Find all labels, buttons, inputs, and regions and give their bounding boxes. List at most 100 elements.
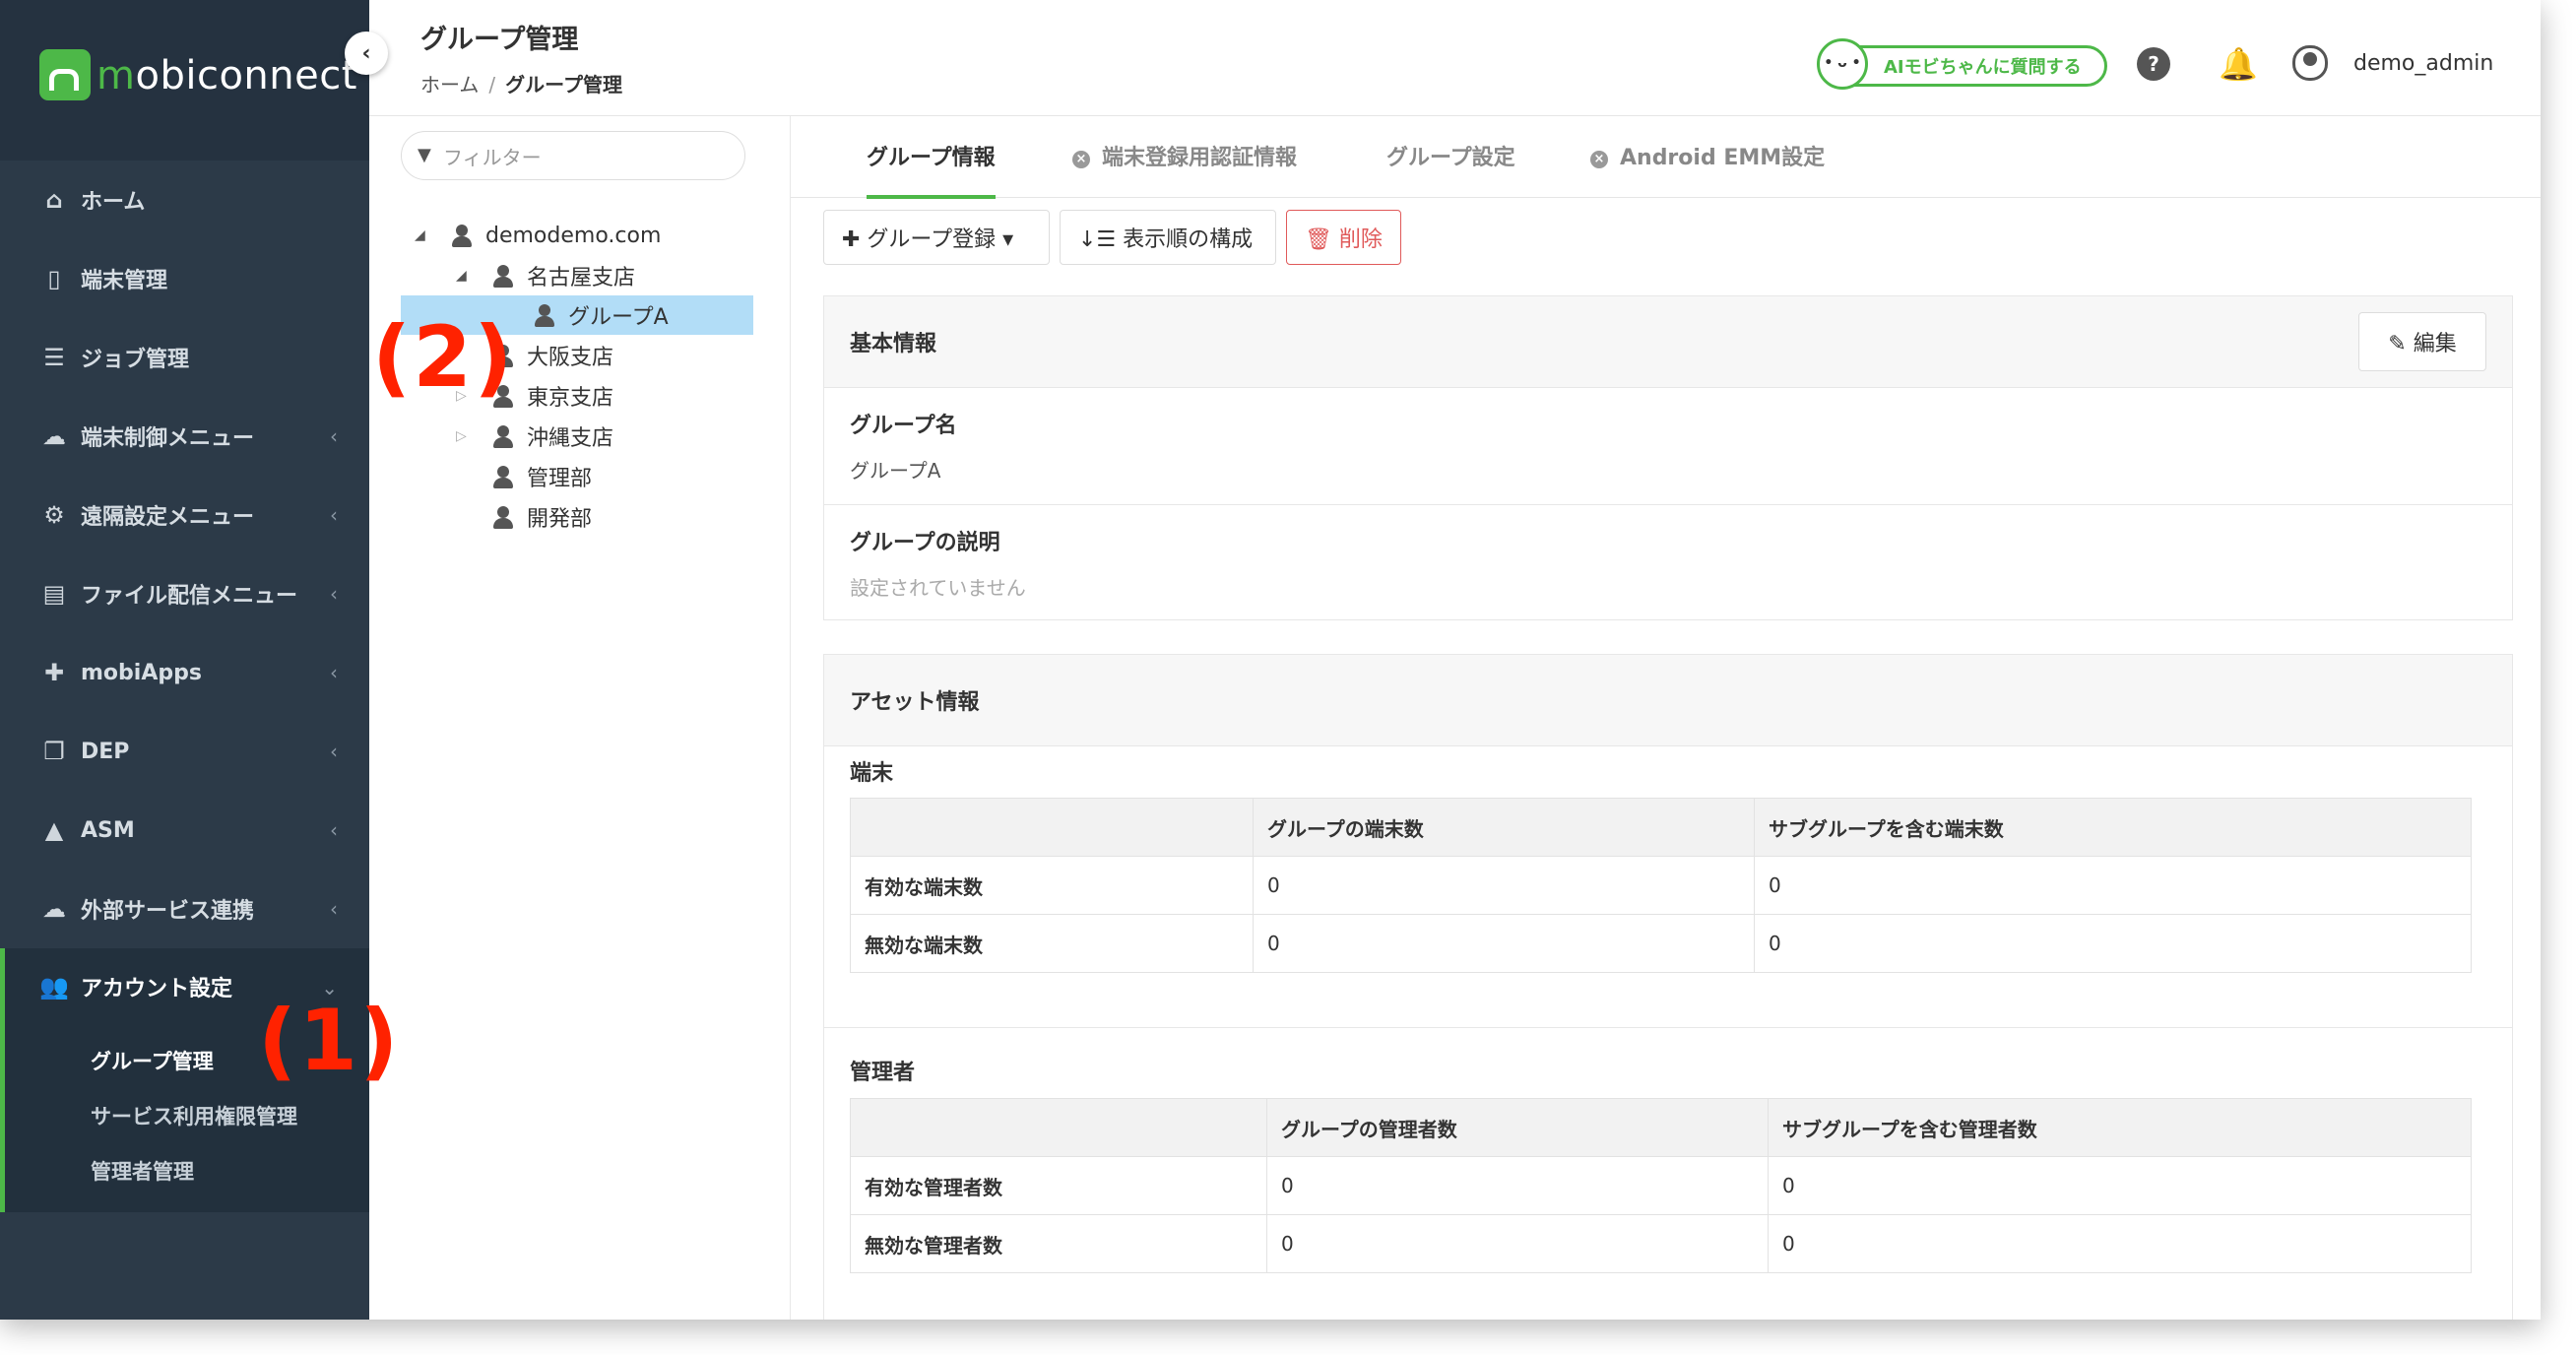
user-avatar-icon[interactable] [2292,45,2328,81]
cloud-icon: ☁ [42,422,66,450]
row-header: 有効な端末数 [850,856,1254,915]
close-circle-icon: × [1072,151,1090,168]
field-label: グループの説明 [850,531,1000,555]
cloud-link-icon: ☁ [42,895,66,923]
table-header: サブグループを含む端末数 [1754,798,2472,857]
display-order-button[interactable]: ↓☰ 表示順の構成 [1060,210,1276,265]
expand-toggle-icon[interactable]: ◢ [415,227,434,243]
table-row: 有効な端末数 0 0 [850,856,2472,915]
table-cell: 0 [1266,1156,1769,1215]
devices-table: グループの端末数 サブグループを含む端末数 有効な端末数 0 0 無効な端末数 … [850,798,2472,973]
tab-android-emm[interactable]: × Android EMM設定 [1590,140,1825,195]
tab-bar: グループ情報 × 端末登録用認証情報 グループ設定 × Android EMM設定 [791,116,2541,199]
tree-node-okinawa[interactable]: ▷ 沖縄支店 [456,418,613,455]
tab-device-auth[interactable]: × 端末登録用認証情報 [1072,140,1297,195]
chevron-left-icon: ‹ [330,661,338,684]
sidebar: mobiconnect ⌂ ホーム ▯ 端末管理 ☰ ジョブ管理 ☁ 端末制御メニュー ‹… [0,0,369,1320]
delete-button[interactable]: 🗑 削除 [1286,210,1401,265]
sidebar-item-devices[interactable]: ▯ 端末管理 [0,239,369,318]
bell-icon[interactable]: 🔔 [2219,45,2258,83]
row-header: 有効な管理者数 [850,1156,1267,1215]
logo-text: mobiconnect [97,53,357,98]
sidebar-item-device-control[interactable]: ☁ 端末制御メニュー ‹ [0,397,369,476]
sidebar-item-remote-settings[interactable]: ⚙ 遠隔設定メニュー ‹ [0,476,369,554]
table-cell: 0 [1754,914,2472,973]
sidebar-item-asm[interactable]: ▲ ASM ‹ [0,791,369,870]
person-icon [452,225,472,247]
annotation-2: (2) [372,308,515,407]
tab-group-settings[interactable]: グループ設定 [1386,140,1515,195]
table-header: グループの端末数 [1253,798,1755,857]
tree-node-kanri[interactable]: 管理部 [456,458,592,495]
expand-toggle-icon[interactable]: ◢ [456,268,476,284]
table-row: 有効な管理者数 0 0 [850,1156,2472,1215]
tree-node-kaihatsu[interactable]: 開発部 [456,498,592,536]
edit-button[interactable]: ✎ 編集 [2358,312,2486,371]
page-title: グループ管理 [420,25,579,55]
person-icon [493,425,513,448]
filter-icon: ▼ [418,145,431,165]
table-row: 無効な管理者数 0 0 [850,1214,2472,1273]
person-icon [493,466,513,488]
table-header [850,1098,1267,1157]
top-header: グループ管理 ホーム / グループ管理 • ᴗ • AIモビちゃんに質問する ? 🔔… [369,0,2541,116]
group-tree-panel: ▼ フィルター ◢ demodemo.com ◢ 名古屋支店 グループA 大阪支店 … [369,116,791,1320]
row-header: 無効な端末数 [850,914,1254,973]
table-cell: 0 [1768,1214,2472,1273]
breadcrumb-home[interactable]: ホーム [420,73,479,97]
breadcrumb: ホーム / グループ管理 [420,69,622,97]
chevron-left-icon: ‹ [330,582,338,606]
breadcrumb-separator: / [488,73,496,97]
graduation-cap-icon: ▲ [44,816,64,844]
person-icon [493,265,513,288]
tree-filter-input[interactable]: ▼ フィルター [401,131,745,180]
sidebar-item-file-delivery[interactable]: ▤ ファイル配信メニュー ‹ [0,554,369,633]
field-value: 設定されていません [850,576,1026,600]
puzzle-icon: ✚ [43,659,65,686]
sidebar-item-jobs[interactable]: ☰ ジョブ管理 [0,318,369,397]
tab-group-info[interactable]: グループ情報 [867,140,996,199]
collapse-toggle-icon[interactable]: ▷ [456,428,476,444]
help-icon[interactable]: ? [2137,47,2170,81]
table-header: グループの管理者数 [1266,1098,1769,1157]
copy-icon: ❐ [43,738,65,765]
annotation-1: (1) [258,992,401,1090]
group-register-dropdown[interactable]: ✚ グループ登録 ▾ [823,210,1050,265]
sidebar-item-mobiapps[interactable]: ✚ mobiApps ‹ [0,633,369,712]
table-cell: 0 [1253,914,1755,973]
chevron-left-icon: ‹ [330,424,338,448]
row-header: 無効な管理者数 [850,1214,1267,1273]
panel-title: アセット情報 [850,690,980,715]
device-icon: ▯ [47,265,61,292]
mascot-icon: • ᴗ • [1817,38,1868,90]
chevron-left-icon: ‹ [330,897,338,921]
table-header-row: グループの端末数 サブグループを含む端末数 [850,798,2472,857]
ai-assistant-button[interactable]: • ᴗ • AIモビちゃんに質問する [1817,38,2107,90]
sidebar-item-home[interactable]: ⌂ ホーム [0,161,369,239]
table-header-row: グループの管理者数 サブグループを含む管理者数 [850,1098,2472,1157]
sidebar-nav: ⌂ ホーム ▯ 端末管理 ☰ ジョブ管理 ☁ 端末制御メニュー ‹ ⚙ 遠隔設定メニュー ‹ … [0,161,369,1025]
subnav-service-permissions[interactable]: サービス利用権限管理 [5,1088,369,1143]
sidebar-item-dep[interactable]: ❐ DEP ‹ [0,712,369,791]
brand-header: mobiconnect [0,0,369,161]
section-divider [824,1027,2512,1028]
tree-node-group-a[interactable]: グループA [497,296,669,334]
sidebar-item-external-services[interactable]: ☁ 外部サービス連携 ‹ [0,870,369,948]
gears-icon: ⚙ [43,501,65,529]
username[interactable]: demo_admin [2353,51,2493,76]
tree-node-nagoya[interactable]: ◢ 名古屋支店 [456,257,635,294]
chevron-left-icon: ‹ [330,818,338,842]
panel-header: 基本情報 ✎ 編集 [824,296,2512,388]
admins-table: グループの管理者数 サブグループを含む管理者数 有効な管理者数 0 0 無効な管… [850,1098,2472,1273]
table-header: サブグループを含む管理者数 [1768,1098,2472,1157]
table-row: 無効な端末数 0 0 [850,914,2472,973]
table-cell: 0 [1266,1214,1769,1273]
tree-node-root[interactable]: ◢ demodemo.com [415,217,661,254]
asset-info-panel: アセット情報 端末 グループの端末数 サブグループを含む端末数 有効な端末数 0… [823,654,2513,1320]
person-icon [535,304,554,327]
devices-section-label: 端末 [850,761,894,786]
basic-info-panel: 基本情報 ✎ 編集 グループ名 グループA グループの説明 設定されていません [823,295,2513,620]
panel-title: 基本情報 [850,332,937,356]
sidebar-collapse-button[interactable]: ‹ [345,32,388,75]
subnav-admin-management[interactable]: 管理者管理 [5,1143,369,1198]
